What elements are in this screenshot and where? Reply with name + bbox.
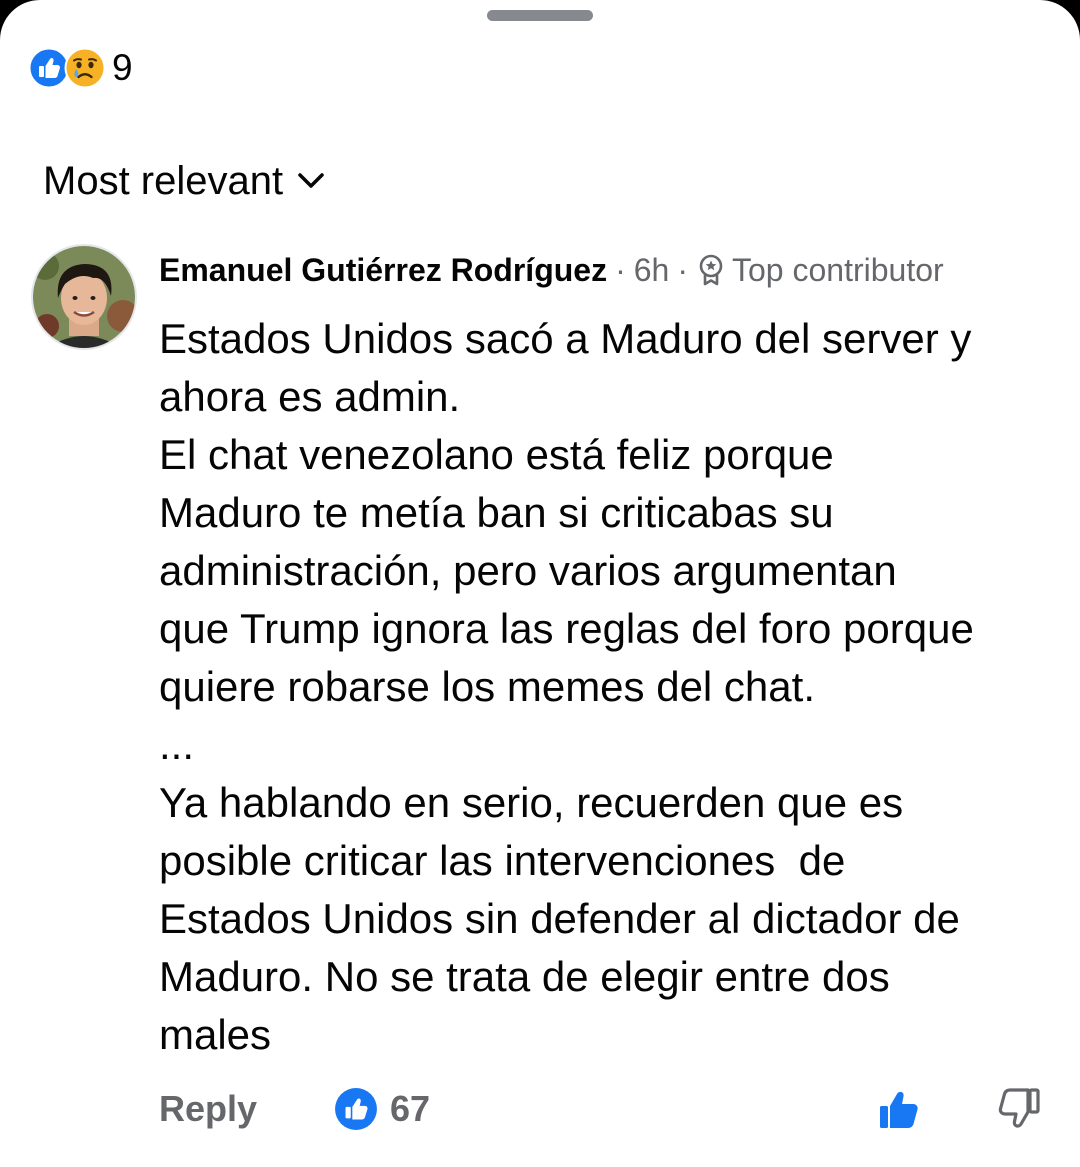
comment-actions: Reply 67 <box>159 1085 1059 1133</box>
thumbs-down-icon[interactable] <box>997 1087 1041 1131</box>
comment-line: Maduro. No se trata de elegir entre dos <box>159 953 890 1000</box>
comment-line: males <box>159 1011 272 1058</box>
top-contributor-badge-icon <box>699 254 723 286</box>
comment-line: Estados Unidos sin defender al dictador … <box>159 895 960 942</box>
comment-time[interactable]: 6h <box>634 252 670 289</box>
post-reactions-summary[interactable]: 9 <box>28 46 133 90</box>
comment-line: El chat venezolano está feliz porque <box>159 431 834 478</box>
comment-line: administración, pero varios argumentan <box>159 547 897 594</box>
comment-line: Ya hablando en serio, recuerden que es <box>159 779 904 826</box>
sort-label: Most relevant <box>43 158 284 203</box>
comment-text: Estados Unidos sacó a Maduro del server … <box>159 310 1059 1064</box>
comment-line: que Trump ignora las reglas del foro por… <box>159 605 974 652</box>
badge-label: Top contributor <box>731 251 944 288</box>
sort-dropdown[interactable]: Most relevant <box>43 158 325 204</box>
like-count: 67 <box>390 1088 431 1129</box>
thumbs-up-icon[interactable] <box>877 1087 921 1131</box>
chevron-down-icon <box>298 173 324 188</box>
comment-line: quiere robarse los memes del chat. <box>159 663 815 710</box>
comment-line: posible criticar las intervenciones de <box>159 837 846 884</box>
comments-sheet: 9 Most relevant Emanuel Gutiérrez Rodríg… <box>0 0 1080 1167</box>
separator-dot: · <box>677 251 688 288</box>
sad-reaction-icon <box>64 47 106 89</box>
reply-button[interactable]: Reply <box>159 1088 257 1130</box>
drag-handle[interactable] <box>487 10 593 21</box>
comment-line: Estados Unidos sacó a Maduro del server … <box>159 315 972 362</box>
comment-likes-summary[interactable]: 67 <box>334 1087 430 1131</box>
comment-header: Emanuel Gutiérrez Rodríguez · 6h · Top c… <box>159 248 944 292</box>
avatar[interactable] <box>33 246 135 348</box>
separator-dot: · <box>615 251 626 288</box>
comment-line: ... <box>159 721 195 768</box>
author-name[interactable]: Emanuel Gutiérrez Rodríguez <box>159 252 607 289</box>
profile-photo <box>33 246 135 348</box>
comment-line: ahora es admin. <box>159 373 461 420</box>
like-reaction-icon <box>335 1088 377 1130</box>
reaction-count: 9 <box>112 47 133 88</box>
comment-line: Maduro te metía ban si criticabas su <box>159 489 834 536</box>
